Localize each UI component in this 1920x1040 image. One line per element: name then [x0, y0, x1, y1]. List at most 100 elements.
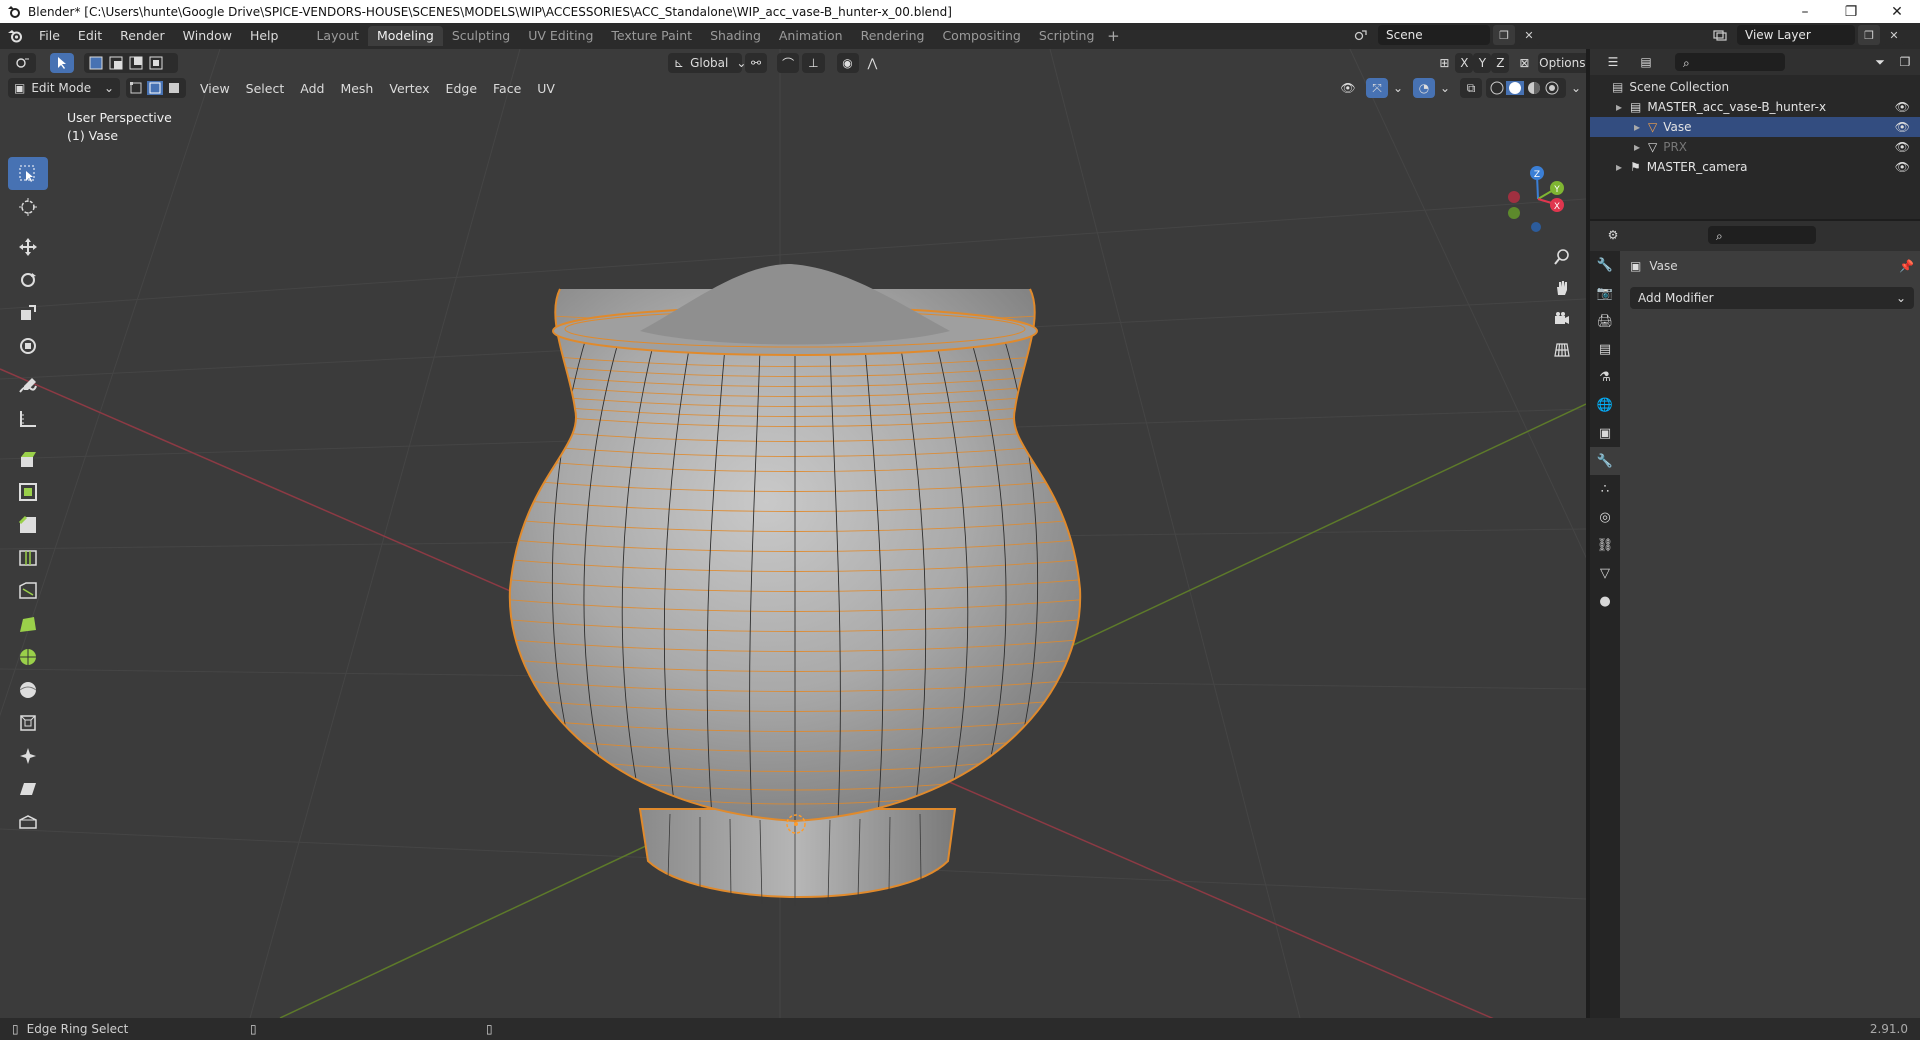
eye-icon[interactable]: 👁 — [1895, 100, 1910, 114]
extrude-region-tool-icon[interactable] — [8, 442, 48, 475]
expand-arrow-icon[interactable]: ▸ — [1634, 120, 1648, 134]
transform-tool-icon[interactable] — [8, 329, 48, 362]
inset-faces-tool-icon[interactable] — [8, 475, 48, 508]
snap-target-icon[interactable]: ⊥ — [802, 53, 825, 73]
output-properties-icon[interactable]: 🖨 — [1590, 307, 1620, 335]
physics-properties-icon[interactable]: ◎ — [1590, 503, 1620, 531]
outliner-editor-type-icon[interactable]: ☰ — [1598, 52, 1628, 72]
tab-compositing[interactable]: Compositing — [933, 26, 1029, 46]
viewport-menu-uv[interactable]: UV — [529, 81, 563, 96]
particles-properties-icon[interactable]: ∴ — [1590, 475, 1620, 503]
outliner-item-master-camera[interactable]: ▸ ⚑ MASTER_camera 👁 — [1590, 157, 1920, 177]
vertex-edge-face-select[interactable] — [126, 78, 186, 98]
rip-region-tool-icon[interactable] — [8, 805, 48, 838]
properties-search-field[interactable]: ⌕ — [1708, 226, 1816, 244]
overlays-dropdown-icon[interactable]: ⌄ — [1438, 78, 1452, 98]
eye-icon[interactable]: 👁 — [1895, 140, 1910, 154]
options-dropdown[interactable]: Options⌄ — [1538, 53, 1586, 73]
tab-layout[interactable]: Layout — [307, 26, 368, 46]
delete-view-layer-icon[interactable]: ✕ — [1883, 25, 1905, 45]
object-properties-icon[interactable]: ▣ — [1590, 419, 1620, 447]
scale-tool-icon[interactable] — [8, 296, 48, 329]
blender-menu-icon[interactable] — [0, 25, 30, 47]
viewport-menu-vertex[interactable]: Vertex — [381, 81, 437, 96]
outliner-item-vase[interactable]: ▸ ▽ Vase 👁 — [1590, 117, 1920, 137]
new-scene-icon[interactable]: ❐ — [1493, 25, 1515, 45]
mirror-z-button[interactable]: Z — [1491, 53, 1510, 73]
loop-cut-tool-icon[interactable] — [8, 541, 48, 574]
tab-modeling[interactable]: Modeling — [367, 26, 443, 46]
tab-sculpting[interactable]: Sculpting — [443, 26, 519, 46]
new-collection-icon[interactable]: ❐ — [1894, 52, 1916, 72]
outliner-search-field[interactable]: ⌕ — [1675, 53, 1785, 71]
camera-view-icon[interactable] — [1548, 303, 1576, 334]
shear-tool-icon[interactable] — [8, 772, 48, 805]
mirror-icon[interactable]: ⊞ — [1433, 53, 1455, 73]
mirror-y-button[interactable]: Y — [1473, 53, 1492, 73]
shading-dropdown-icon[interactable]: ⌄ — [1569, 78, 1583, 98]
snap-toggle-icon[interactable]: ⌒ — [777, 53, 800, 73]
menu-window[interactable]: Window — [174, 25, 241, 47]
mode-dropdown[interactable]: ▣ Edit Mode ⌄ — [8, 78, 120, 98]
gizmo-dropdown-icon[interactable]: ⌄ — [1391, 78, 1405, 98]
move-tool-icon[interactable] — [8, 230, 48, 263]
pan-hand-icon[interactable] — [1548, 272, 1576, 303]
menu-edit[interactable]: Edit — [69, 25, 111, 47]
visibility-icon[interactable]: 👁 — [1333, 78, 1363, 98]
eye-icon[interactable]: 👁 — [1895, 120, 1910, 134]
add-modifier-dropdown[interactable]: Add Modifier ⌄ — [1630, 287, 1914, 309]
tab-uv-editing[interactable]: UV Editing — [519, 26, 602, 46]
material-properties-icon[interactable]: ● — [1590, 587, 1620, 615]
xray-toggle-icon[interactable]: ⧉ — [1460, 78, 1482, 98]
poly-build-tool-icon[interactable] — [8, 607, 48, 640]
pin-icon[interactable]: 📌 — [1899, 259, 1914, 273]
navigation-gizmo[interactable]: Z Y X — [1500, 161, 1580, 241]
render-properties-icon[interactable]: 📷 — [1590, 279, 1620, 307]
tab-texture-paint[interactable]: Texture Paint — [602, 26, 701, 46]
3d-viewport[interactable]: ⊾ Global ⌄ ⚯ ⌒ ⊥ ◉ ⋀ ⊞ X Y Z ⊠ Options⌄ … — [0, 49, 1586, 1018]
view-layer-browse-icon[interactable] — [1709, 25, 1731, 45]
smooth-tool-icon[interactable] — [8, 673, 48, 706]
pivot-point-icon[interactable]: ⚯ — [745, 53, 768, 73]
scene-browse-icon[interactable] — [1350, 25, 1372, 45]
viewport-menu-select[interactable]: Select — [238, 81, 293, 96]
annotate-tool-icon[interactable] — [8, 369, 48, 402]
vase-body[interactable] — [500, 288, 1090, 824]
selection-mode-buttons[interactable] — [84, 53, 178, 73]
zoom-icon[interactable] — [1548, 241, 1576, 272]
world-properties-icon[interactable]: 🌐 — [1590, 391, 1620, 419]
tab-scripting[interactable]: Scripting — [1030, 26, 1104, 46]
modifier-properties-icon[interactable]: 🔧 — [1590, 447, 1620, 475]
expand-arrow-icon[interactable]: ▸ — [1616, 100, 1630, 114]
expand-arrow-icon[interactable]: ▸ — [1634, 140, 1648, 154]
select-mode-tool-icon[interactable] — [50, 53, 74, 73]
tool-properties-icon[interactable]: 🔧 — [1590, 251, 1620, 279]
constraints-properties-icon[interactable]: ⛓ — [1590, 531, 1620, 559]
scene-name-field[interactable]: Scene — [1378, 25, 1490, 45]
select-box-tool-icon[interactable] — [8, 157, 48, 190]
measure-tool-icon[interactable] — [8, 402, 48, 435]
viewport-canvas[interactable] — [0, 49, 1586, 1018]
delete-scene-icon[interactable]: ✕ — [1518, 25, 1540, 45]
restore-button[interactable]: ❐ — [1828, 0, 1874, 23]
bevel-tool-icon[interactable] — [8, 508, 48, 541]
menu-help[interactable]: Help — [241, 25, 288, 47]
mirror-x-button[interactable]: X — [1455, 53, 1474, 73]
view-layer-name-field[interactable]: View Layer — [1737, 25, 1855, 45]
viewport-menu-add[interactable]: Add — [292, 81, 332, 96]
viewport-menu-face[interactable]: Face — [485, 81, 529, 96]
shrink-fatten-tool-icon[interactable] — [8, 739, 48, 772]
cursor-tool-icon[interactable] — [8, 190, 48, 223]
close-button[interactable]: ✕ — [1874, 0, 1920, 23]
transform-orientation-dropdown[interactable]: ⊾ Global ⌄ — [668, 53, 746, 73]
data-properties-icon[interactable]: ▽ — [1590, 559, 1620, 587]
knife-tool-icon[interactable] — [8, 574, 48, 607]
filter-icon[interactable]: ⏷ — [1869, 52, 1891, 72]
add-workspace-button[interactable]: + — [1103, 27, 1123, 45]
spin-tool-icon[interactable] — [8, 640, 48, 673]
display-mode-icon[interactable]: ▤ — [1631, 52, 1661, 72]
viewport-menu-mesh[interactable]: Mesh — [332, 81, 381, 96]
outliner-scene-collection[interactable]: ▤ Scene Collection — [1590, 77, 1920, 97]
outliner-item-prx[interactable]: ▸ ▽ PRX 👁 — [1590, 137, 1920, 157]
auto-merge-icon[interactable]: ⊠ — [1513, 53, 1535, 73]
